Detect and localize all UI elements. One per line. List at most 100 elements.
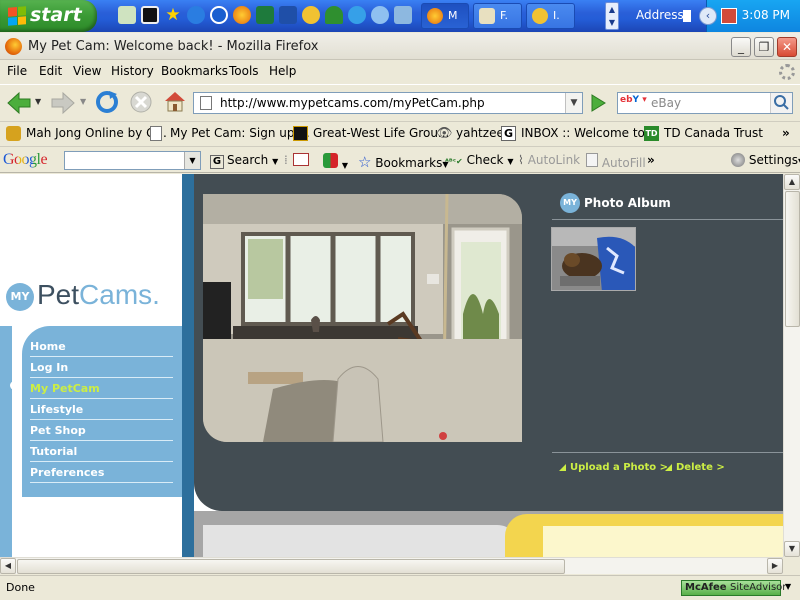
google-settings-button[interactable]: Settings▼ (731, 153, 800, 167)
vertical-scroll-thumb[interactable] (785, 191, 800, 327)
address-toolbar-label: Address (636, 8, 684, 22)
taskbar-button-firefox[interactable]: M (421, 3, 469, 29)
autofill-button[interactable]: AutoFill (586, 153, 646, 170)
vertical-scrollbar[interactable]: ▲ ▼ (783, 174, 800, 557)
mcafee-dropdown-icon[interactable]: ▼ (785, 582, 791, 591)
google-overflow-chevron-icon[interactable]: » (647, 153, 655, 167)
firefox-icon (5, 38, 22, 55)
greatwest-icon (293, 126, 308, 141)
upload-photo-link[interactable]: Upload a Photo > (559, 462, 668, 473)
forward-history-dropdown[interactable]: ▼ (80, 97, 86, 106)
quicklaunch-desktop-icon[interactable] (141, 6, 159, 24)
windows-logo-icon (8, 6, 26, 26)
divider-column (182, 174, 194, 557)
menu-help[interactable]: Help (269, 64, 296, 78)
taskbar-button-clock[interactable]: I. (526, 3, 575, 29)
task-label: I. (553, 9, 560, 22)
quicklaunch-tool-icon[interactable] (118, 6, 136, 24)
url-bar[interactable]: http://www.mypetcams.com/myPetCam.php ▼ (193, 92, 583, 114)
start-button[interactable]: start (0, 0, 97, 32)
horizontal-scroll-thumb[interactable] (17, 559, 565, 574)
nav-mypetcam[interactable]: My PetCam (30, 378, 173, 399)
go-arrow-icon[interactable] (588, 93, 608, 113)
tray-expand-icon[interactable]: ‹ (699, 7, 717, 25)
quicklaunch-itunes-icon[interactable] (371, 6, 389, 24)
menu-bookmarks[interactable]: Bookmarks (161, 64, 228, 78)
google-search-dropdown[interactable]: ▼ (184, 152, 200, 169)
bookmark-label: Mah Jong Online by G... (26, 126, 167, 140)
back-history-dropdown[interactable]: ▼ (35, 97, 41, 106)
nav-preferences[interactable]: Preferences (30, 462, 173, 483)
search-bar[interactable]: ebY ▾ eBay (617, 92, 793, 114)
restore-button[interactable]: ❐ (754, 37, 774, 57)
menu-tools[interactable]: Tools (229, 64, 259, 78)
reload-icon[interactable] (95, 90, 119, 114)
quicklaunch-excel-icon[interactable] (256, 6, 274, 24)
quicklaunch-star-icon[interactable]: ★ (164, 6, 182, 24)
delete-photo-link[interactable]: Delete > (665, 462, 725, 473)
google-search-button[interactable]: G Search ▼ (210, 153, 278, 169)
nav-lifestyle[interactable]: Lifestyle (30, 399, 173, 420)
puzzle-icon[interactable]: ▼ (323, 153, 348, 171)
scroll-left-button[interactable]: ◀ (0, 558, 16, 574)
stop-icon[interactable] (129, 90, 153, 114)
menu-history[interactable]: History (111, 64, 154, 78)
url-history-dropdown[interactable]: ▼ (565, 93, 582, 113)
google-bookmarks-button[interactable]: ☆ Bookmarks▼ (358, 153, 448, 171)
bookmark-label: yahtzee (456, 126, 504, 140)
quicklaunch-ie-icon[interactable] (187, 6, 205, 24)
scroll-down-button[interactable]: ▼ (784, 541, 800, 557)
home-icon[interactable] (163, 89, 187, 113)
menu-view[interactable]: View (73, 64, 101, 78)
nav-side-strip (0, 326, 12, 557)
taskbar-scroll-arrows[interactable]: ▲ ▼ (605, 2, 619, 30)
search-label: Search (227, 153, 269, 167)
bookmark-td[interactable]: TD TD Canada Trust (644, 126, 763, 141)
autofill-label: AutoFill (601, 156, 646, 170)
autolink-button[interactable]: ⌇ AutoLink (518, 153, 580, 167)
nav-tutorial[interactable]: Tutorial (30, 441, 173, 462)
scroll-up-button[interactable]: ▲ (784, 174, 800, 190)
quicklaunch-tree-icon[interactable] (325, 6, 343, 24)
news-icon[interactable] (293, 153, 309, 169)
ebay-icon[interactable]: ebY ▾ (620, 95, 648, 111)
bookmark-mahjong[interactable]: Mah Jong Online by G... (6, 126, 167, 141)
album-divider (552, 219, 783, 220)
search-input[interactable]: eBay (651, 93, 681, 113)
address-field[interactable] (683, 10, 691, 22)
album-photo-thumbnail[interactable] (551, 227, 636, 291)
mcafee-siteadvisor-button[interactable]: McAfee SiteAdvisor (681, 580, 786, 596)
nav-login[interactable]: Log In (30, 357, 173, 378)
settings-label: Settings (748, 153, 799, 167)
back-arrow-icon[interactable] (6, 91, 32, 115)
quicklaunch-clock-icon[interactable] (302, 6, 320, 24)
nav-petshop[interactable]: Pet Shop (30, 420, 173, 441)
taskbar-button-explorer[interactable]: F. (473, 3, 522, 29)
google-toolbar: Google ▼ G Search ▼ ⁞ ▼ ☆ Bookmarks▼ ᴬᴮᶜ✔… (0, 146, 800, 173)
scroll-right-button[interactable]: ▶ (767, 558, 783, 574)
menu-file[interactable]: File (7, 64, 27, 78)
quicklaunch-media-icon[interactable] (210, 6, 228, 24)
bookmark-yahtzee[interactable]: 👁 yahtzee (436, 126, 504, 141)
bookmarks-overflow-chevron-icon[interactable]: » (782, 126, 790, 140)
bookmark-greatwest[interactable]: Great-West Life Grou... (293, 126, 449, 141)
tray-app-icon[interactable] (721, 8, 737, 24)
google-logo[interactable]: Google (3, 151, 48, 169)
spellcheck-button[interactable]: ᴬᴮᶜ✔ Check ▼ (445, 153, 513, 167)
bookmark-inbox[interactable]: G INBOX :: Welcome to ... (501, 126, 660, 141)
quicklaunch-firefox-icon[interactable] (233, 6, 251, 24)
forward-arrow-icon[interactable] (50, 91, 76, 115)
google-search-input[interactable]: ▼ (64, 151, 201, 170)
minimize-button[interactable]: _ (731, 37, 751, 57)
google-logo-text: Google (3, 151, 48, 168)
menu-edit[interactable]: Edit (39, 64, 62, 78)
search-go-button[interactable] (770, 93, 792, 113)
horizontal-scrollbar[interactable]: ◀ ▶ (0, 557, 783, 574)
quicklaunch-globe-icon[interactable] (348, 6, 366, 24)
windows-taskbar: start ★ M F. I. ▲ ▼ Address ‹ 3:08 PM (0, 0, 800, 32)
quicklaunch-window-icon[interactable] (394, 6, 412, 24)
quicklaunch-word-icon[interactable] (279, 6, 297, 24)
close-button[interactable]: ✕ (777, 37, 797, 57)
nav-home[interactable]: Home (30, 336, 173, 357)
bookmark-mypetcam[interactable]: My Pet Cam: Sign up ... (150, 126, 310, 141)
